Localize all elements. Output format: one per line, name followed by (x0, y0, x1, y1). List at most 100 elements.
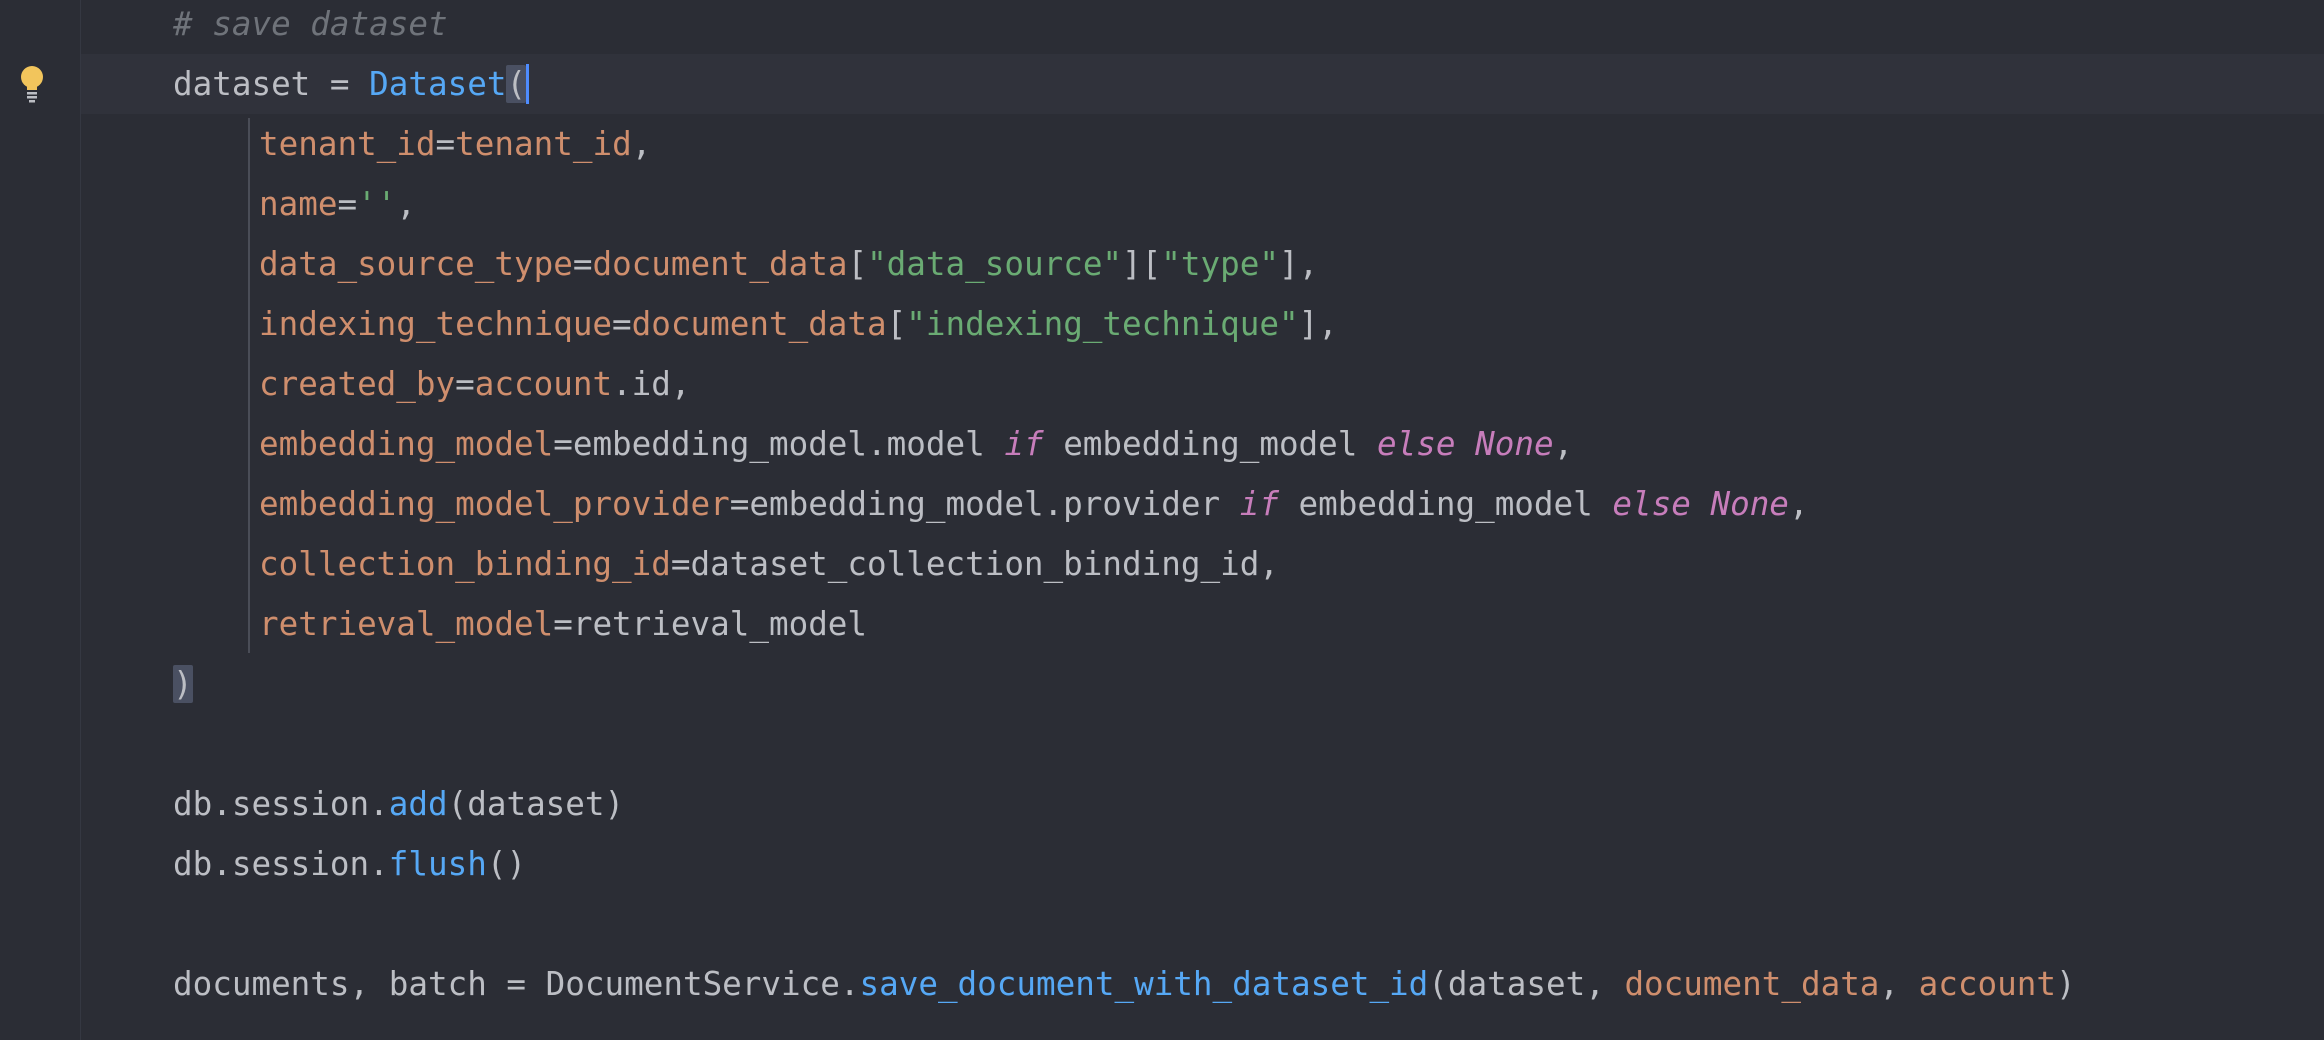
code-token: document_data (592, 245, 848, 283)
code-line[interactable]: ) (81, 654, 2324, 714)
code-line[interactable]: data_source_type=document_data["data_sou… (81, 234, 2324, 294)
code-token: ) (2055, 965, 2076, 1003)
code-token: None (1710, 485, 1789, 523)
code-token: (dataset, (1428, 965, 1625, 1003)
code-line-text: retrieval_model=retrieval_model (259, 594, 867, 654)
code-line[interactable]: retrieval_model=retrieval_model (81, 594, 2324, 654)
code-line-text: indexing_technique=document_data["indexi… (259, 294, 1338, 354)
code-token: name (259, 185, 338, 223)
lightbulb-icon[interactable] (17, 64, 47, 104)
code-line[interactable]: collection_binding_id=dataset_collection… (81, 534, 2324, 594)
code-token: ) (173, 665, 193, 703)
code-editor[interactable]: # save dataset dataset = Dataset(tenant_i… (81, 0, 2324, 1040)
code-token: db.session. (173, 845, 389, 883)
code-token: embedding_model_provider (259, 485, 730, 523)
code-token: # save dataset (173, 5, 448, 43)
code-token: None (1475, 425, 1554, 463)
code-token: add (388, 785, 448, 823)
code-token: [ (886, 305, 907, 343)
code-token: =dataset_collection_binding_id, (670, 545, 1279, 583)
code-line[interactable]: name='', (81, 174, 2324, 234)
code-line[interactable] (81, 714, 2324, 774)
code-token: data_source_type (259, 245, 573, 283)
code-line-text: tenant_id=tenant_id, (259, 114, 651, 174)
code-line-text: db.session.add(dataset) (173, 774, 624, 834)
code-token: document_data (1624, 965, 1880, 1003)
code-token: "indexing_technique" (906, 305, 1299, 343)
code-token: =embedding_model.provider (729, 485, 1240, 523)
code-line[interactable]: embedding_model_provider=embedding_model… (81, 474, 2324, 534)
code-token: , (396, 185, 416, 223)
code-token: embedding_model (1043, 425, 1378, 463)
code-line-text: db.session.flush() (173, 834, 526, 894)
text-caret (526, 64, 530, 104)
code-token: documents, batch = DocumentService. (173, 965, 860, 1003)
code-token: if (1239, 485, 1279, 523)
code-line-text: collection_binding_id=dataset_collection… (259, 534, 1279, 594)
code-line[interactable]: dataset = Dataset( (81, 54, 2324, 114)
code-token: tenant_id (455, 125, 632, 163)
code-token: , (1788, 485, 1809, 523)
code-token: = (612, 305, 632, 343)
code-token: embedding_model (259, 425, 554, 463)
code-line[interactable]: db.session.add(dataset) (81, 774, 2324, 834)
code-token: embedding_model (1278, 485, 1613, 523)
code-token: else (1377, 425, 1456, 463)
editor-gutter (0, 0, 81, 1040)
code-token: created_by (259, 365, 456, 403)
code-line[interactable]: # save dataset (81, 0, 2324, 54)
code-token: document_data (631, 305, 887, 343)
code-token: retrieval_model (259, 605, 554, 643)
code-line-text: name='', (259, 174, 416, 234)
code-line-text: embedding_model_provider=embedding_model… (259, 474, 1809, 534)
code-token: = (435, 125, 456, 163)
code-token: account (474, 365, 613, 403)
code-token: account (1918, 965, 2056, 1003)
code-token: if (1004, 425, 1044, 463)
code-token: , (1553, 425, 1574, 463)
code-token: indexing_technique (259, 305, 613, 343)
code-token: .id, (612, 365, 691, 403)
code-line[interactable]: created_by=account.id, (81, 354, 2324, 414)
code-line-text: created_by=account.id, (259, 354, 691, 414)
code-line[interactable]: db.session.flush() (81, 834, 2324, 894)
code-token: = (337, 185, 358, 223)
code-token: , (631, 125, 652, 163)
code-line-text: # save dataset (173, 0, 448, 54)
code-token: =embedding_model.model (553, 425, 1005, 463)
code-token: else (1612, 485, 1691, 523)
code-token: ], (1278, 245, 1319, 283)
code-token: "data_source" (867, 245, 1123, 283)
code-line[interactable]: indexing_technique=document_data["indexi… (81, 294, 2324, 354)
code-line[interactable]: documents, batch = DocumentService.save_… (81, 954, 2324, 1014)
code-line[interactable] (81, 894, 2324, 954)
code-token: ( (506, 65, 527, 103)
code-token: flush (388, 845, 487, 883)
code-token: () (486, 845, 527, 883)
code-token: "type" (1161, 245, 1279, 283)
code-token: ][ (1122, 245, 1162, 283)
code-token: ], (1298, 305, 1338, 343)
code-token: = (572, 245, 593, 283)
code-line-text: data_source_type=document_data["data_sou… (259, 234, 1318, 294)
code-token: [ (847, 245, 868, 283)
code-token: '' (357, 185, 397, 223)
code-token: dataset = (173, 65, 370, 103)
code-token: tenant_id (259, 125, 436, 163)
code-token: , (1879, 965, 1919, 1003)
code-line-text: documents, batch = DocumentService.save_… (173, 954, 2076, 1014)
code-token: collection_binding_id (259, 545, 671, 583)
code-token: = (455, 365, 475, 403)
code-token: (dataset) (447, 785, 625, 823)
code-line[interactable]: embedding_model=embedding_model.model if… (81, 414, 2324, 474)
code-token: =retrieval_model (553, 605, 868, 643)
code-line-text: dataset = Dataset( (173, 54, 530, 114)
code-token: db.session. (173, 785, 389, 823)
code-token: save_document_with_dataset_id (859, 965, 1429, 1003)
code-line[interactable]: tenant_id=tenant_id, (81, 114, 2324, 174)
code-token: Dataset (369, 65, 507, 103)
code-line-text: ) (173, 654, 193, 714)
code-line-text: embedding_model=embedding_model.model if… (259, 414, 1573, 474)
